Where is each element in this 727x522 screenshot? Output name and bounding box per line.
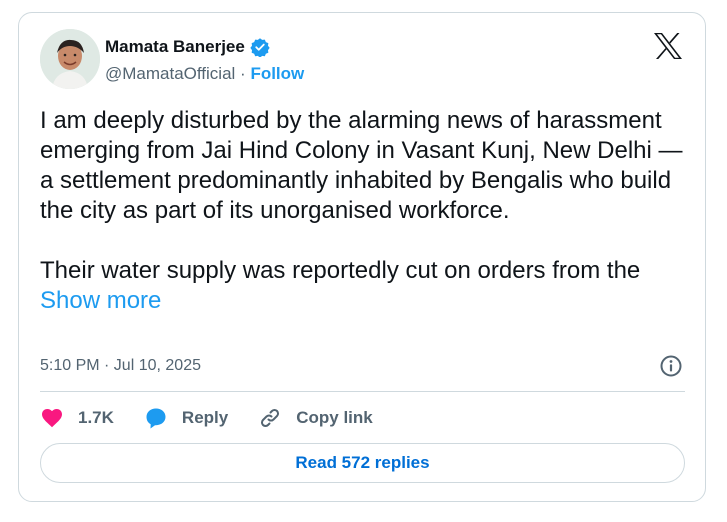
handle-separator: · <box>235 64 251 83</box>
copy-link-label: Copy link <box>296 408 373 427</box>
heart-icon <box>42 409 62 428</box>
tweet-card: Mamata Banerjee @MamataOfficial · Follow… <box>18 12 706 502</box>
x-logo-icon[interactable] <box>653 32 683 60</box>
tweet-body: I am deeply disturbed by the alarming ne… <box>40 106 690 316</box>
author-handle[interactable]: @MamataOfficial <box>105 64 235 83</box>
author-handle-row: @MamataOfficial · Follow <box>105 64 304 84</box>
reply-button[interactable]: Reply <box>144 406 228 430</box>
like-button[interactable]: 1.7K <box>40 406 114 430</box>
author-display-name[interactable]: Mamata Banerjee <box>105 37 245 57</box>
read-replies-button[interactable]: Read 572 replies <box>40 443 685 483</box>
info-icon[interactable] <box>659 354 683 378</box>
action-bar: 1.7K Reply Copy link <box>40 403 403 433</box>
verified-badge-icon <box>250 38 270 57</box>
avatar-portrait-icon <box>40 29 100 89</box>
author-name-row: Mamata Banerjee <box>105 37 270 57</box>
show-more-link[interactable]: Show more <box>40 287 161 314</box>
link-icon <box>261 408 280 428</box>
divider <box>40 391 685 392</box>
copy-link-button[interactable]: Copy link <box>258 406 373 430</box>
tweet-timestamp[interactable]: 5:10 PM · Jul 10, 2025 <box>40 357 201 375</box>
reply-label: Reply <box>181 408 229 427</box>
tweet-paragraph-1: I am deeply disturbed by the alarming ne… <box>40 107 690 224</box>
avatar[interactable] <box>40 29 100 89</box>
reply-bubble-icon <box>146 408 166 429</box>
like-count: 1.7K <box>78 408 114 427</box>
tweet-paragraph-2: Their water supply was reportedly cut on… <box>40 257 647 284</box>
follow-button[interactable]: Follow <box>250 64 304 83</box>
